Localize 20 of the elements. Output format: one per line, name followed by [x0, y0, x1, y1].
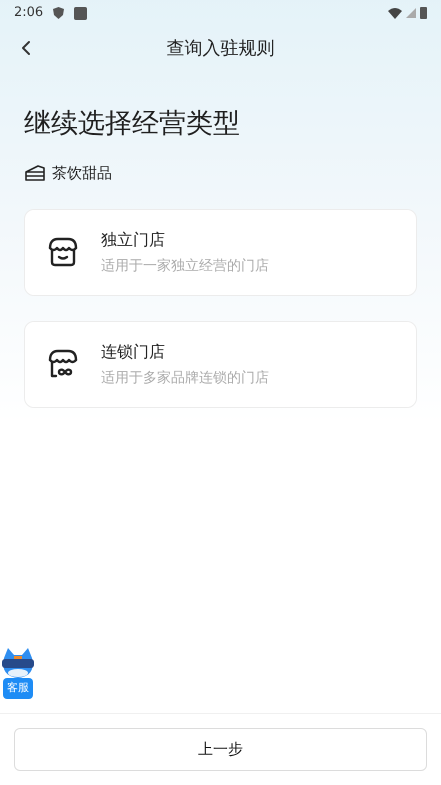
store-type-card[interactable]: 独立门店 适用于一家独立经营的门店 — [24, 208, 417, 296]
store-icon — [46, 235, 80, 269]
option-title: 独立门店 — [101, 228, 166, 250]
category-label: 茶饮甜品 — [52, 163, 112, 184]
shield-icon — [53, 7, 64, 19]
option-description: 适用于一家独立经营的门店 — [101, 256, 269, 276]
option-description: 适用于多家品牌连锁的门店 — [101, 368, 269, 388]
section-heading: 继续选择经营类型 — [23, 107, 241, 141]
previous-step-button[interactable]: 上一步 — [14, 728, 427, 771]
status-time: 2:06 — [14, 4, 44, 22]
mascot-icon[interactable] — [0, 646, 36, 680]
back-icon — [21, 40, 31, 56]
page-title: 查询入驻规则 — [166, 36, 274, 60]
signal-icon — [406, 8, 416, 18]
app-icon — [74, 6, 88, 20]
battery-icon — [420, 7, 427, 19]
cake-icon — [24, 164, 46, 182]
wifi-icon — [388, 8, 402, 18]
store-type-card[interactable]: 连锁门店 适用于多家品牌连锁的门店 — [24, 320, 417, 408]
option-title: 连锁门店 — [101, 340, 166, 362]
